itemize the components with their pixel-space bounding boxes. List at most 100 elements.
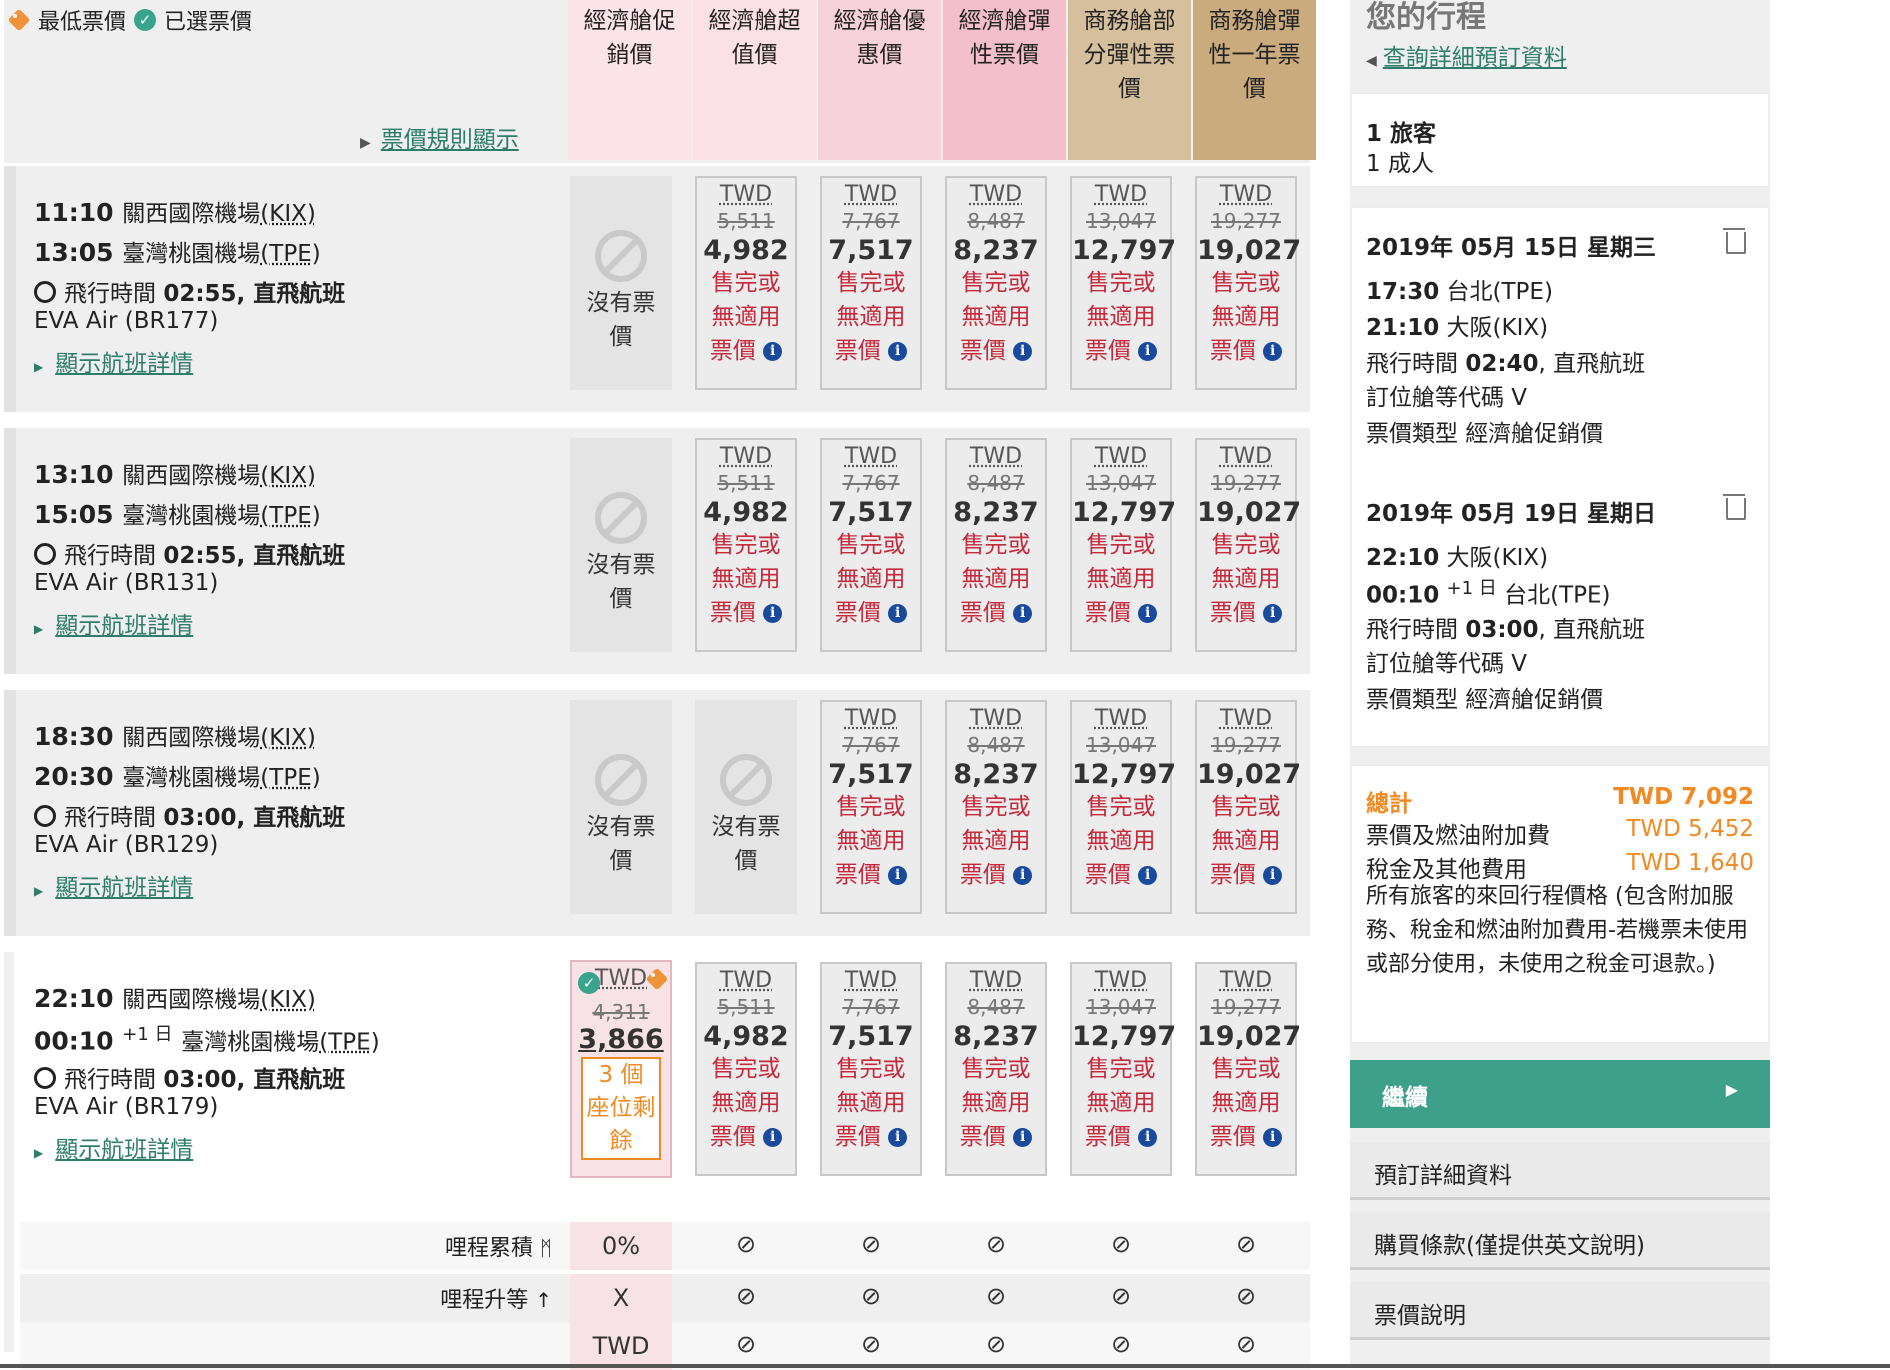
info-icon[interactable]: i (1013, 866, 1033, 885)
price-note: 所有旅客的來回行程價格 (包含附加服務、稅金和燃油附加費用-若機票未使用或部分使… (1366, 884, 1748, 977)
fare-column-header-text: 經濟艙超 (708, 8, 801, 34)
selected-fare-cell[interactable]: ✓ TWD 4,311 3,866 3 個座位剩餘 (570, 960, 672, 1178)
info-icon[interactable]: i (888, 866, 908, 885)
fare-new-price: 19,027 (1197, 759, 1302, 790)
fare-cell[interactable]: TWD 7,767 7,517 售完或 無適用 票價 i (820, 176, 922, 390)
row-accent-bar (4, 166, 16, 412)
duration-value: 03:00 (163, 805, 237, 831)
trash-icon[interactable] (1723, 228, 1746, 254)
mileage-label: 哩程升等 ↑ (440, 1288, 552, 1313)
itinerary-action-button[interactable]: 票價說明 (1350, 1282, 1770, 1340)
selected-new-price: 3,866 (578, 1024, 664, 1055)
fare-unavailable-text: 票價 i (822, 1120, 920, 1154)
info-icon[interactable]: i (1013, 1128, 1033, 1147)
itinerary-action-button[interactable]: 購買條款(僅提供英文說明) (1350, 1212, 1770, 1270)
departure-airport: 關西國際機場 (122, 463, 261, 489)
segment-date: 2019年 05月 15日 星期三 (1366, 235, 1657, 261)
info-icon[interactable]: i (1013, 604, 1033, 623)
no-fare-text: 沒有票 (586, 552, 656, 578)
fare-cell[interactable]: TWD 5,511 4,982 售完或 無適用 票價 i (695, 438, 797, 652)
fare-unavailable-text: 票價 i (822, 858, 920, 892)
segment-fare-type: 票價類型 經濟艙促銷價 (1366, 421, 1604, 447)
fare-currency: TWD (1219, 968, 1273, 993)
itinerary-details-link[interactable]: ◀ 查詢詳細預訂資料 (1366, 38, 1567, 72)
fare-unavailable-text: 無適用 (1211, 828, 1281, 854)
fare-cell[interactable]: TWD 8,487 8,237 售完或 無適用 票價 i (945, 962, 1047, 1176)
fare-currency: TWD (969, 444, 1023, 469)
fare-cell[interactable]: TWD 19,277 19,027 售完或 無適用 票價 i (1195, 176, 1301, 390)
departure-time: 11:10 (34, 198, 114, 227)
fare-column-header-text: 價 (1118, 76, 1141, 102)
show-flight-details-link[interactable]: ▶ 顯示航班詳情 (34, 868, 534, 902)
duration-label: 飛行時間 (64, 543, 156, 569)
continue-button[interactable]: 繼續 ▶ (1350, 1060, 1770, 1128)
fare-currency: TWD (844, 182, 898, 207)
fare-column-header: 商務艙部 分彈性票價 (1068, 0, 1191, 160)
fare-unavailable-text: 票價 i (822, 596, 920, 630)
info-icon[interactable]: i (1263, 866, 1283, 885)
fare-unavailable-text: 票價 i (822, 334, 920, 368)
show-flight-details-link[interactable]: ▶ 顯示航班詳情 (34, 1130, 534, 1164)
show-flight-details-link[interactable]: ▶ 顯示航班詳情 (34, 344, 534, 378)
fare-column-header: 經濟艙彈 性票價 (943, 0, 1066, 160)
fare-unavailable-text: 票價 i (1197, 1120, 1295, 1154)
info-icon[interactable]: i (888, 604, 908, 623)
duration-value: 03:00 (163, 1067, 237, 1093)
fare-unavailable-text: 無適用 (836, 1090, 906, 1116)
fare-cell[interactable]: TWD 7,767 7,517 售完或 無適用 票價 i (820, 962, 922, 1176)
no-entry-icon (720, 754, 772, 806)
info-icon[interactable]: i (1138, 866, 1158, 885)
fare-cell[interactable]: TWD 5,511 4,982 售完或 無適用 票價 i (695, 176, 797, 390)
info-icon[interactable]: i (763, 1128, 783, 1147)
tax-value: TWD 1,640 (1626, 850, 1754, 876)
arrival-line: 00:10 +1 日 臺灣桃園機場(TPE) (34, 1020, 534, 1060)
fare-unavailable-text: 無適用 (1086, 304, 1156, 330)
fare-cell[interactable]: TWD 8,487 8,237 售完或 無適用 票價 i (945, 438, 1047, 652)
duration-value: 02:55 (163, 543, 237, 569)
fare-currency: TWD (719, 182, 773, 207)
direct-flight: , 直飛航班 (236, 543, 346, 569)
fare-new-price: 4,982 (703, 1021, 789, 1052)
fare-old-price: 19,277 (1211, 733, 1281, 757)
airline: EVA Air (BR129) (34, 832, 219, 858)
info-icon[interactable]: i (1013, 342, 1033, 361)
fare-cell[interactable]: TWD 5,511 4,982 售完或 無適用 票價 i (695, 962, 797, 1176)
fare-currency: TWD (844, 968, 898, 993)
fare-cell[interactable]: TWD 13,047 12,797 售完或 無適用 票價 i (1070, 962, 1176, 1176)
fare-cell[interactable]: TWD 7,767 7,517 售完或 無適用 票價 i (820, 438, 922, 652)
info-icon[interactable]: i (1138, 1128, 1158, 1147)
no-fare-text: 價 (609, 324, 633, 350)
departure-line: 11:10 關西國際機場(KIX) (34, 194, 534, 234)
departure-time: 13:10 (34, 460, 114, 489)
fare-cell[interactable]: TWD 8,487 8,237 售完或 無適用 票價 i (945, 176, 1047, 390)
info-icon[interactable]: i (763, 604, 783, 623)
info-icon[interactable]: i (1263, 604, 1283, 623)
chevron-right-icon: ▶ (34, 622, 44, 636)
fare-currency: TWD (719, 444, 773, 469)
info-icon[interactable]: i (1263, 342, 1283, 361)
fare-cell[interactable]: TWD 13,047 12,797 售完或 無適用 票價 i (1070, 700, 1176, 914)
fare-cell[interactable]: TWD 19,277 19,027 售完或 無適用 票價 i (1195, 962, 1301, 1176)
fare-cell[interactable]: TWD 19,277 19,027 售完或 無適用 票價 i (1195, 438, 1301, 652)
info-icon[interactable]: i (1138, 604, 1158, 623)
fare-cell[interactable]: TWD 19,277 19,027 售完或 無適用 票價 i (1195, 700, 1302, 914)
fare-cell[interactable]: TWD 13,047 12,797 售完或 無適用 票價 i (1070, 438, 1176, 652)
info-icon[interactable]: i (1138, 342, 1158, 361)
fare-unavailable-text: 無適用 (711, 1090, 781, 1116)
itinerary-action-button[interactable]: 預訂詳細資料 (1350, 1142, 1770, 1200)
info-icon[interactable]: i (763, 342, 783, 361)
info-icon[interactable]: i (1263, 1128, 1283, 1147)
info-icon[interactable]: i (888, 342, 908, 361)
fare-unavailable-text: 票價 i (697, 334, 795, 368)
fare-cell[interactable]: TWD 13,047 12,797 售完或 無適用 票價 i (1070, 176, 1176, 390)
trash-icon[interactable] (1723, 494, 1746, 520)
fare-cell[interactable]: TWD 8,487 8,237 售完或 無適用 票價 i (945, 700, 1047, 914)
fare-unavailable-text: 票價 i (1072, 334, 1170, 368)
fare-cell[interactable]: TWD 7,767 7,517 售完或 無適用 票價 i (820, 700, 922, 914)
fare-column-header-text: 商務艙部 (1083, 8, 1176, 34)
show-flight-details-link[interactable]: ▶ 顯示航班詳情 (34, 606, 534, 640)
flight-info: 18:30 關西國際機場(KIX) 20:30 臺灣桃園機場(TPE) 飛行時間 0… (34, 718, 534, 902)
info-icon[interactable]: i (888, 1128, 908, 1147)
fare-rules-link[interactable]: ▶ 票價規則顯示 (360, 120, 519, 154)
fare-old-price: 13,047 (1086, 995, 1156, 1019)
